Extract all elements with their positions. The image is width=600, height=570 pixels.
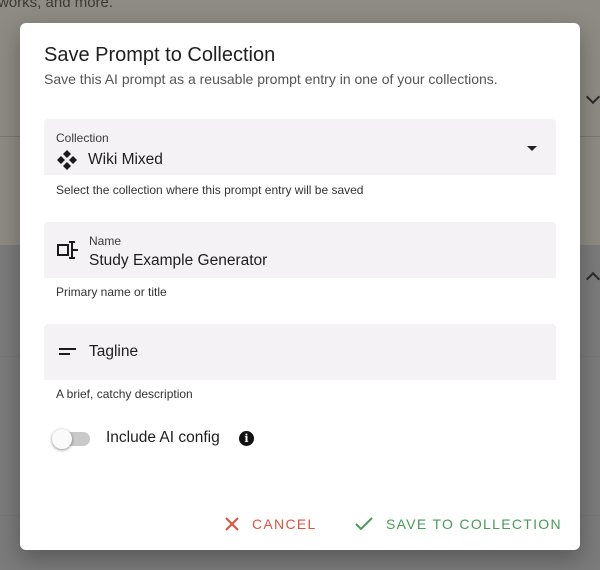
save-prompt-dialog: Save Prompt to Collection Save this AI p… — [20, 23, 580, 550]
save-button-label: SAVE TO COLLECTION — [386, 516, 562, 532]
collection-diamonds-icon — [57, 150, 77, 170]
caret-down-icon — [527, 146, 537, 151]
name-helper-text: Primary name or title — [56, 285, 167, 299]
tagline-field[interactable]: Tagline — [44, 324, 556, 380]
include-ai-config-toggle[interactable] — [52, 427, 92, 451]
short-text-icon — [59, 348, 76, 355]
text-field-icon — [57, 241, 78, 259]
name-value: Study Example Generator — [89, 252, 268, 269]
collection-label: Collection — [56, 131, 109, 145]
toggle-thumb — [52, 429, 72, 449]
cancel-button-label: CANCEL — [252, 516, 317, 532]
collection-value: Wiki Mixed — [88, 151, 163, 168]
save-to-collection-button[interactable]: SAVE TO COLLECTION — [354, 511, 562, 537]
dialog-title: Save Prompt to Collection — [44, 44, 276, 66]
background-text: works, and more. — [0, 0, 114, 11]
collection-select[interactable]: Collection Wiki Mixed — [44, 119, 556, 175]
collection-helper-text: Select the collection where this prompt … — [56, 183, 364, 197]
check-icon — [355, 517, 373, 531]
close-icon — [225, 517, 239, 531]
info-icon[interactable]: i — [239, 431, 254, 446]
include-ai-config-label: Include AI config — [106, 429, 220, 446]
tagline-helper-text: A brief, catchy description — [56, 387, 193, 401]
cancel-button[interactable]: CANCEL — [224, 511, 317, 537]
name-label: Name — [89, 234, 122, 248]
tagline-placeholder: Tagline — [89, 343, 139, 360]
dialog-subtitle: Save this AI prompt as a reusable prompt… — [44, 71, 498, 87]
name-field[interactable]: Name Study Example Generator — [44, 222, 556, 278]
